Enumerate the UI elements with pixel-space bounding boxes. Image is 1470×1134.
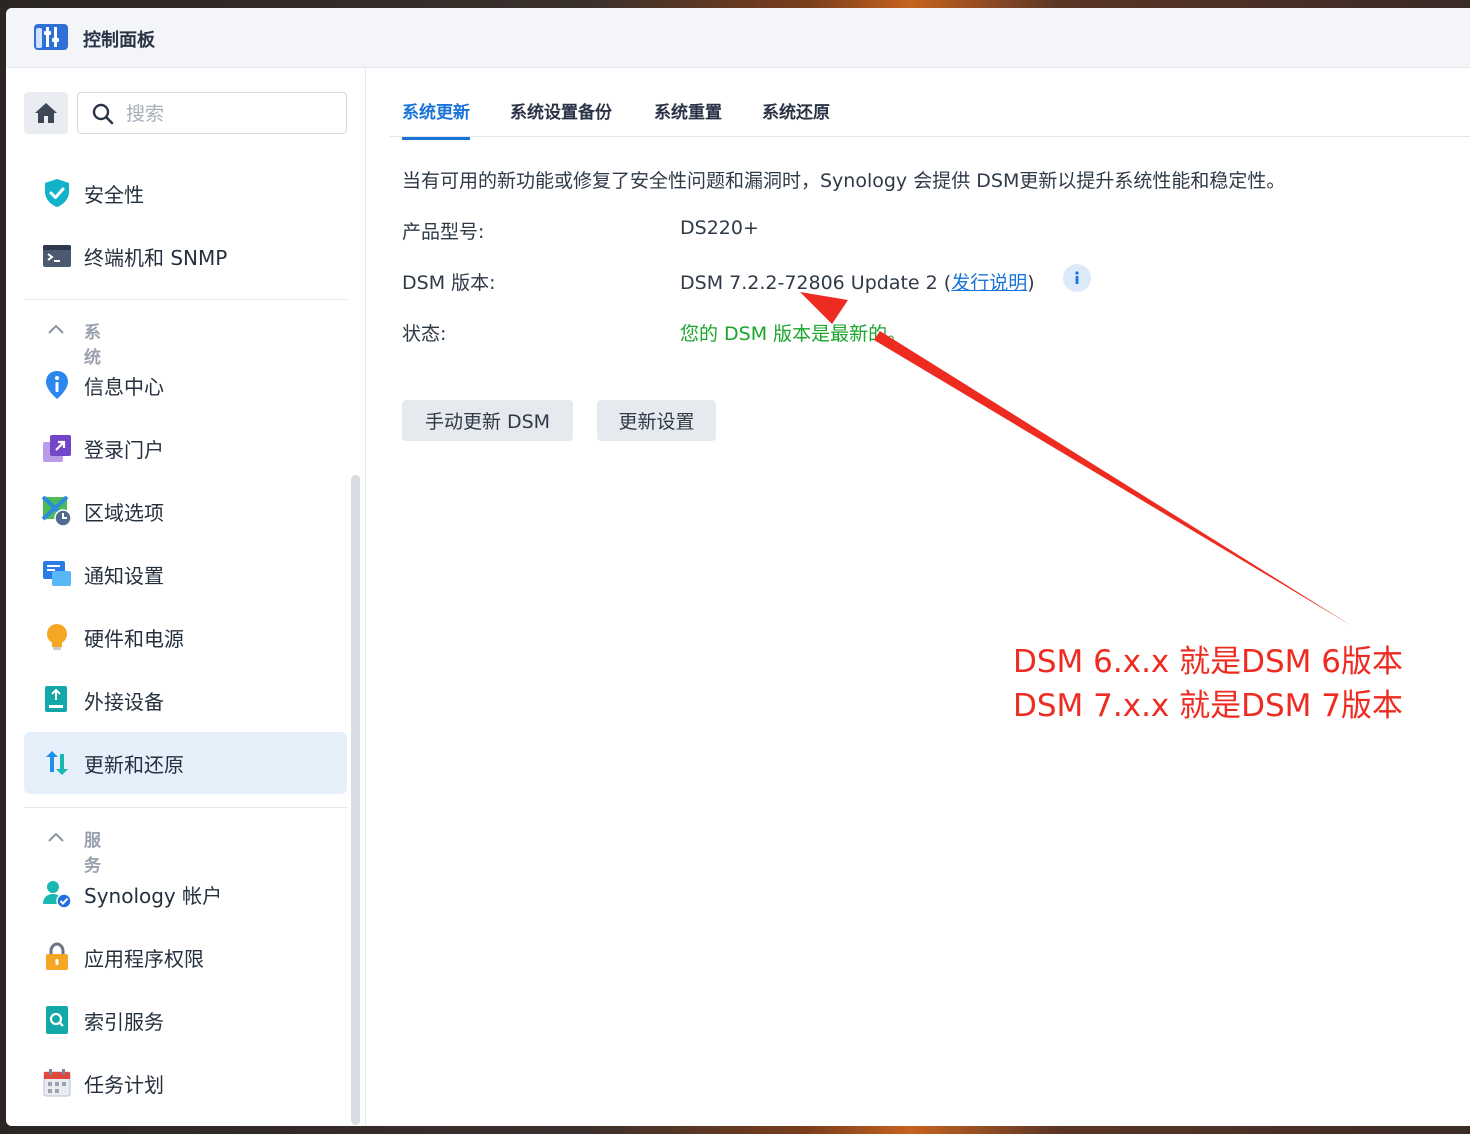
tab-system-restore[interactable]: 系统还原 <box>762 98 830 137</box>
sidebar-item-label: 登录门户 <box>84 438 164 462</box>
sidebar-item-app-privileges[interactable]: 应用程序权限 <box>24 926 347 988</box>
sidebar-scrollbar[interactable] <box>351 475 360 1125</box>
sidebar-item-update-restore[interactable]: 更新和还原 <box>24 732 347 794</box>
sidebar-item-label: 信息中心 <box>84 375 164 399</box>
model-value: DS220+ <box>680 217 759 239</box>
release-notes-link[interactable]: 发行说明 <box>951 272 1027 294</box>
tab-config-backup[interactable]: 系统设置备份 <box>510 98 612 137</box>
sidebar-item-info-center[interactable]: 信息中心 <box>24 354 347 416</box>
sidebar-item-login-portal[interactable]: 登录门户 <box>24 417 347 479</box>
update-settings-button[interactable]: 更新设置 <box>597 400 716 441</box>
sidebar-item-task-scheduler[interactable]: 任务计划 <box>24 1052 347 1114</box>
sidebar-item-hardware-power[interactable]: 硬件和电源 <box>24 606 347 668</box>
sidebar: 安全性 终端机和 SNMP 系统 信息中心 <box>6 68 366 1126</box>
lightbulb-icon <box>47 624 67 650</box>
sidebar-item-regional-options[interactable]: 区域选项 <box>24 480 347 542</box>
home-icon <box>35 103 57 123</box>
status-label: 状态: <box>402 323 447 345</box>
sidebar-item-label: Synology 帐户 <box>84 884 223 908</box>
search-input[interactable] <box>126 102 326 126</box>
sidebar-item-security[interactable]: 安全性 <box>24 162 347 224</box>
home-button[interactable] <box>24 92 68 134</box>
info-icon <box>1075 271 1079 284</box>
search-icon <box>92 103 114 125</box>
control-panel-app-icon <box>34 24 68 50</box>
sidebar-item-label: 应用程序权限 <box>84 947 204 971</box>
sidebar-item-synology-account[interactable]: Synology 帐户 <box>24 863 347 925</box>
terminal-icon <box>43 245 71 267</box>
sidebar-item-label: 区域选项 <box>84 501 164 525</box>
tab-system-update[interactable]: 系统更新 <box>402 98 470 140</box>
sidebar-item-notification[interactable]: 通知设置 <box>24 543 347 605</box>
manual-update-button[interactable]: 手动更新 DSM <box>402 400 573 441</box>
sidebar-item-external-devices[interactable]: 外接设备 <box>24 669 347 731</box>
tab-bar: 系统更新 系统设置备份 系统重置 系统还原 <box>390 68 1470 140</box>
sidebar-item-terminal-snmp[interactable]: 终端机和 SNMP <box>24 225 347 287</box>
model-label: 产品型号: <box>402 221 485 243</box>
sidebar-item-label: 终端机和 SNMP <box>84 246 228 270</box>
sidebar-item-label: 硬件和电源 <box>84 627 184 651</box>
sidebar-divider <box>24 807 347 808</box>
region-clock-icon <box>42 496 72 526</box>
update-restore-icon <box>46 751 68 775</box>
version-label: DSM 版本: <box>402 272 496 294</box>
update-description: 当有可用的新功能或修复了安全性问题和漏洞时，Synology 会提供 DSM更新… <box>402 170 1286 192</box>
sidebar-item-label: 索引服务 <box>84 1010 164 1034</box>
annotation-line: DSM 7.x.x 就是DSM 7版本 <box>1013 688 1403 724</box>
version-value: DSM 7.2.2-72806 Update 2 <box>680 272 938 294</box>
main-panel: 系统更新 系统设置备份 系统重置 系统还原 当有可用的新功能或修复了安全性问题和… <box>366 68 1470 1126</box>
title-bar[interactable]: 控制面板 <box>6 8 1470 68</box>
padlock-icon <box>46 942 68 970</box>
sidebar-item-label: 任务计划 <box>84 1073 164 1097</box>
annotation-note: DSM 6.x.x 就是DSM 6版本 DSM 7.x.x 就是DSM 7版本 <box>1013 640 1403 728</box>
shield-check-icon <box>45 179 69 207</box>
info-pin-icon <box>46 371 68 399</box>
sidebar-item-label: 通知设置 <box>84 564 164 588</box>
version-info-button[interactable] <box>1063 264 1091 292</box>
status-value: 您的 DSM 版本是最新的。 <box>680 323 907 345</box>
version-value-row: DSM 7.2.2-72806 Update 2 (发行说明) <box>680 272 1035 294</box>
notification-chat-icon <box>43 561 71 586</box>
sidebar-divider <box>24 299 347 300</box>
chevron-up-icon <box>48 832 64 842</box>
sidebar-item-label: 更新和还原 <box>84 753 184 777</box>
chevron-up-icon <box>48 324 64 334</box>
login-portal-icon <box>43 435 71 462</box>
search-box[interactable] <box>77 92 347 134</box>
index-search-icon <box>46 1006 68 1034</box>
sidebar-item-indexing-service[interactable]: 索引服务 <box>24 989 347 1051</box>
sidebar-item-label: 安全性 <box>84 183 144 207</box>
external-device-icon <box>45 686 67 712</box>
calendar-icon <box>43 1069 71 1097</box>
tab-system-reset[interactable]: 系统重置 <box>654 98 722 137</box>
account-user-icon <box>43 881 72 909</box>
sidebar-item-label: 外接设备 <box>84 690 164 714</box>
window-title: 控制面板 <box>83 30 155 51</box>
control-panel-window: 控制面板 安全性 <box>6 8 1470 1126</box>
annotation-line: DSM 6.x.x 就是DSM 6版本 <box>1013 644 1403 680</box>
